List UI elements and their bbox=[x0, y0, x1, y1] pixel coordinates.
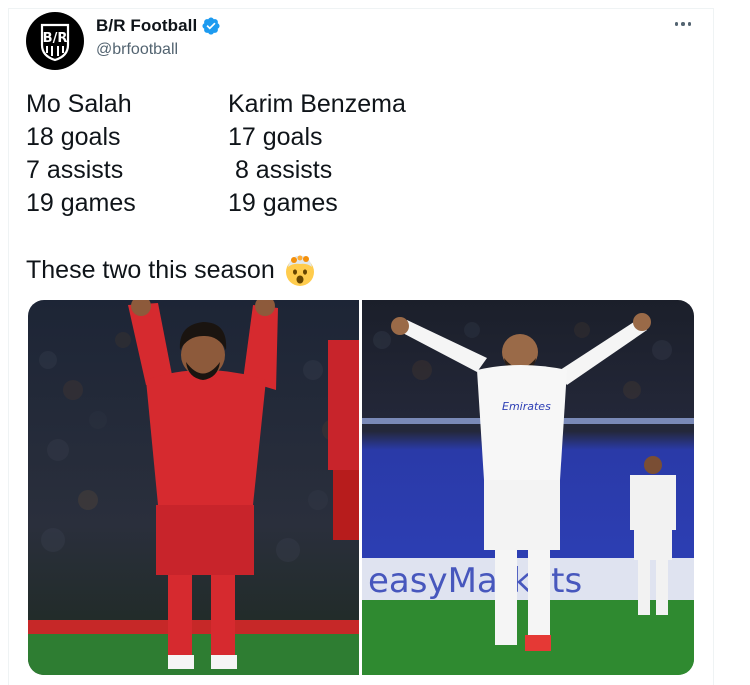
stat-line: 7 assists bbox=[26, 156, 124, 184]
real-madrid-player-photo[interactable]: easyMarkets Emirates bbox=[362, 300, 694, 675]
stat-line: Karim Benzema bbox=[228, 90, 406, 118]
stats-column-benzema: Karim Benzema 17 goals 8 assists 19 game… bbox=[228, 88, 406, 220]
stat-line: 19 games bbox=[228, 189, 338, 217]
tweet-caption-row: These two this season bbox=[26, 253, 317, 287]
author-name-row[interactable]: B/R Football bbox=[96, 16, 221, 36]
stat-line: Mo Salah bbox=[26, 90, 132, 118]
dot bbox=[687, 22, 692, 26]
avatar[interactable]: B/R bbox=[26, 12, 84, 70]
tweet-caption: These two this season bbox=[26, 255, 275, 284]
dot bbox=[674, 22, 679, 26]
avatar-text: B/R bbox=[43, 31, 68, 46]
stat-line: 17 goals bbox=[228, 123, 323, 151]
stat-line: 18 goals bbox=[26, 123, 121, 151]
author-display-name[interactable]: B/R Football bbox=[96, 16, 197, 36]
svg-text:Emirates: Emirates bbox=[502, 400, 551, 413]
stat-line: 8 assists bbox=[228, 156, 333, 184]
author-handle[interactable]: @brfootball bbox=[96, 41, 178, 59]
br-logo-icon: B/R bbox=[40, 23, 70, 62]
stat-line: 19 games bbox=[26, 189, 136, 217]
dot bbox=[681, 22, 685, 26]
tweet-media[interactable]: easyMarkets Emirates bbox=[28, 300, 694, 675]
liverpool-player-photo[interactable] bbox=[28, 300, 359, 675]
stats-column-salah: Mo Salah 18 goals 7 assists 19 games bbox=[26, 88, 136, 220]
more-dots-icon[interactable] bbox=[670, 16, 696, 32]
salah-illustration bbox=[28, 300, 359, 675]
svg-text:easyMarkets: easyMarkets bbox=[368, 561, 582, 601]
benzema-illustration: easyMarkets Emirates bbox=[362, 313, 694, 675]
exploding-head-emoji-icon bbox=[285, 255, 314, 286]
verified-badge-icon bbox=[202, 17, 220, 35]
